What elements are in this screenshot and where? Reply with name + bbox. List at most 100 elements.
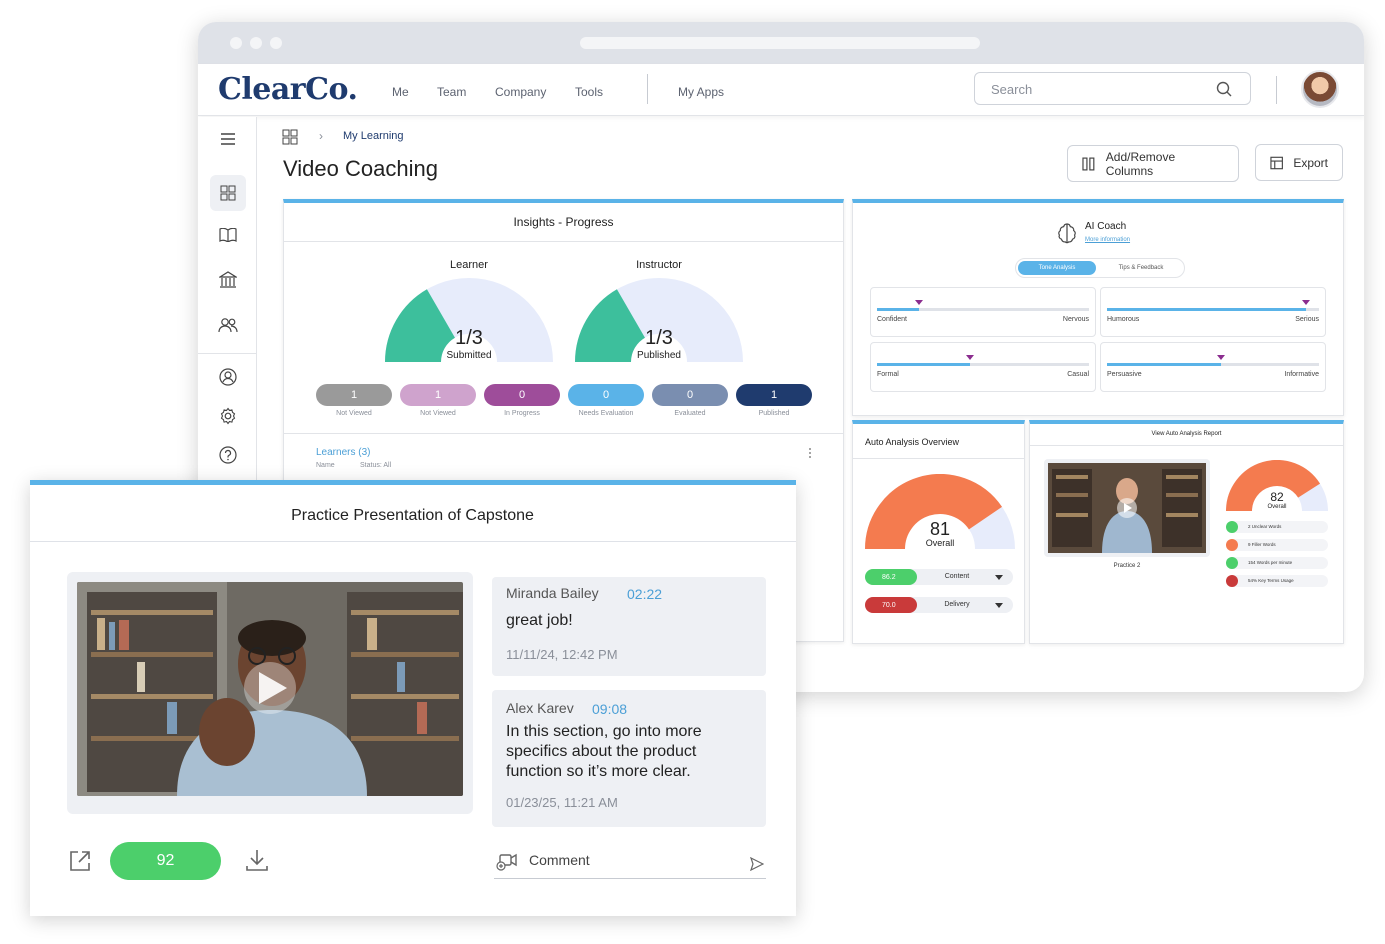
chevron-down-icon[interactable]	[995, 575, 1003, 580]
user-avatar[interactable]	[1301, 70, 1339, 108]
tone-meter-formal-casual: Formal Casual	[870, 342, 1096, 392]
download-icon[interactable]	[244, 847, 270, 873]
metric-text: 9 Filler Words	[1248, 542, 1276, 547]
report-overall-score: 82	[1270, 490, 1284, 504]
status-pill-needs-evaluation[interactable]: 0	[568, 384, 644, 406]
tone-left-label: Formal	[877, 371, 899, 378]
more-icon[interactable]	[808, 447, 812, 459]
status-label: Needs Evaluation	[578, 410, 634, 417]
export-label: Export	[1293, 155, 1328, 170]
comment-text: great job!	[506, 612, 573, 629]
comment-date: 11/11/24, 12:42 PM	[506, 647, 618, 662]
tone-right-label: Casual	[1067, 371, 1089, 378]
tone-fill	[877, 308, 920, 311]
content-label: Content	[944, 573, 970, 580]
page-title: Video Coaching	[283, 156, 438, 181]
menu-icon[interactable]	[216, 127, 240, 151]
divider	[30, 541, 796, 542]
settings-icon[interactable]	[216, 404, 240, 428]
tone-meter-confident-nervous: Confident Nervous	[870, 287, 1096, 337]
status-label: Not Viewed	[336, 410, 372, 417]
report-overall-label: Overall	[1267, 504, 1287, 510]
video-frame	[77, 582, 463, 796]
overall-label: Overall	[925, 538, 955, 548]
auto-analysis-card: Auto Analysis Overview 81 Overall 86.2 C…	[852, 420, 1025, 644]
tone-fill	[877, 363, 971, 366]
status-label: Not Viewed	[420, 410, 456, 417]
window-dot	[230, 37, 242, 49]
search-input[interactable]: Search	[974, 72, 1251, 105]
delivery-score-row[interactable]: 70.0 Delivery	[865, 597, 1013, 613]
auto-analysis-report-card: View Auto Analysis Report Practice 2 82 …	[1029, 420, 1344, 644]
status-pill-published[interactable]: 1	[736, 384, 812, 406]
export-button[interactable]: Export	[1255, 144, 1343, 181]
tab-tone-analysis[interactable]: Tone Analysis	[1018, 261, 1096, 275]
key-terms-metric: 54% Key Terms Usage	[1226, 575, 1328, 587]
commenter-name: Alex Karev	[506, 700, 574, 716]
tone-right-label: Serious	[1295, 316, 1319, 323]
content-score-row[interactable]: 86.2 Content	[865, 569, 1013, 585]
browser-chrome	[198, 22, 1364, 64]
help-icon[interactable]	[216, 443, 240, 467]
divider	[284, 433, 843, 434]
report-title[interactable]: View Auto Analysis Report	[1030, 431, 1343, 437]
status-pill-not-viewed[interactable]: 1	[400, 384, 476, 406]
window-dot	[270, 37, 282, 49]
overall-score: 81	[929, 519, 951, 539]
brain-icon	[1058, 223, 1076, 244]
more-information-link[interactable]: More information	[1085, 237, 1130, 243]
comment-input[interactable]: Comment	[494, 845, 766, 879]
comment-timestamp-link[interactable]: 02:22	[627, 586, 662, 602]
commenter-name: Miranda Bailey	[506, 585, 599, 601]
tone-left-label: Confident	[877, 316, 907, 323]
learner-status: Submitted	[446, 350, 492, 361]
address-bar[interactable]	[580, 37, 980, 49]
chevron-down-icon[interactable]	[995, 603, 1003, 608]
bank-icon[interactable]	[216, 268, 240, 292]
delivery-label: Delivery	[944, 601, 970, 608]
tab-tips-feedback[interactable]: Tips & Feedback	[1100, 261, 1182, 275]
users-icon[interactable]	[216, 313, 240, 337]
search-placeholder: Search	[991, 82, 1033, 97]
unclear-words-metric: 2 Unclear Words	[1226, 521, 1328, 533]
score-badge[interactable]: 92	[110, 842, 221, 880]
profile-icon[interactable]	[216, 365, 240, 389]
divider	[1030, 445, 1343, 446]
dashboard-icon[interactable]	[210, 175, 246, 211]
external-link-icon[interactable]	[68, 849, 92, 873]
video-player[interactable]	[67, 572, 473, 814]
breadcrumb-my-learning[interactable]: My Learning	[343, 130, 404, 142]
metric-text: 2 Unclear Words	[1248, 524, 1282, 529]
add-remove-columns-button[interactable]: Add/Remove Columns	[1067, 145, 1239, 182]
delivery-score: 70.0	[865, 597, 917, 613]
send-icon[interactable]	[750, 857, 764, 871]
search-icon[interactable]	[1216, 81, 1232, 97]
nav-link-my-apps[interactable]: My Apps	[678, 85, 724, 99]
comment-timestamp-link[interactable]: 09:08	[592, 701, 627, 717]
status-pill-not-viewed[interactable]: 1	[316, 384, 392, 406]
logo[interactable]: ClearCo.	[218, 72, 358, 107]
practice-title: Practice Presentation of Capstone	[291, 507, 534, 524]
nav-link-company[interactable]: Company	[495, 85, 546, 99]
status-filter[interactable]: Status: All	[360, 462, 391, 469]
instructor-status: Published	[637, 350, 681, 361]
nav-link-team[interactable]: Team	[437, 85, 466, 99]
name-filter[interactable]: Name	[316, 462, 335, 469]
dashboard-icon[interactable]	[282, 129, 298, 145]
tone-marker	[1217, 355, 1226, 360]
nav-link-me[interactable]: Me	[392, 85, 409, 99]
nav-divider	[1276, 76, 1277, 104]
add-video-icon[interactable]	[496, 853, 518, 871]
practice-presentation-card: Practice Presentation of Capstone Mirand…	[30, 480, 796, 916]
book-icon[interactable]	[216, 223, 240, 247]
nav-link-tools[interactable]: Tools	[575, 85, 603, 99]
video-thumbnail	[1048, 463, 1206, 553]
learners-link[interactable]: Learners (3)	[316, 447, 370, 458]
practice-thumbnail[interactable]	[1044, 459, 1210, 557]
metric-text: 54% Key Terms Usage	[1248, 578, 1294, 583]
tone-marker	[1302, 300, 1311, 305]
status-pill-evaluated[interactable]: 0	[652, 384, 728, 406]
insights-title: Insights - Progress	[513, 215, 614, 229]
export-icon	[1270, 156, 1283, 169]
status-pill-in-progress[interactable]: 0	[484, 384, 560, 406]
